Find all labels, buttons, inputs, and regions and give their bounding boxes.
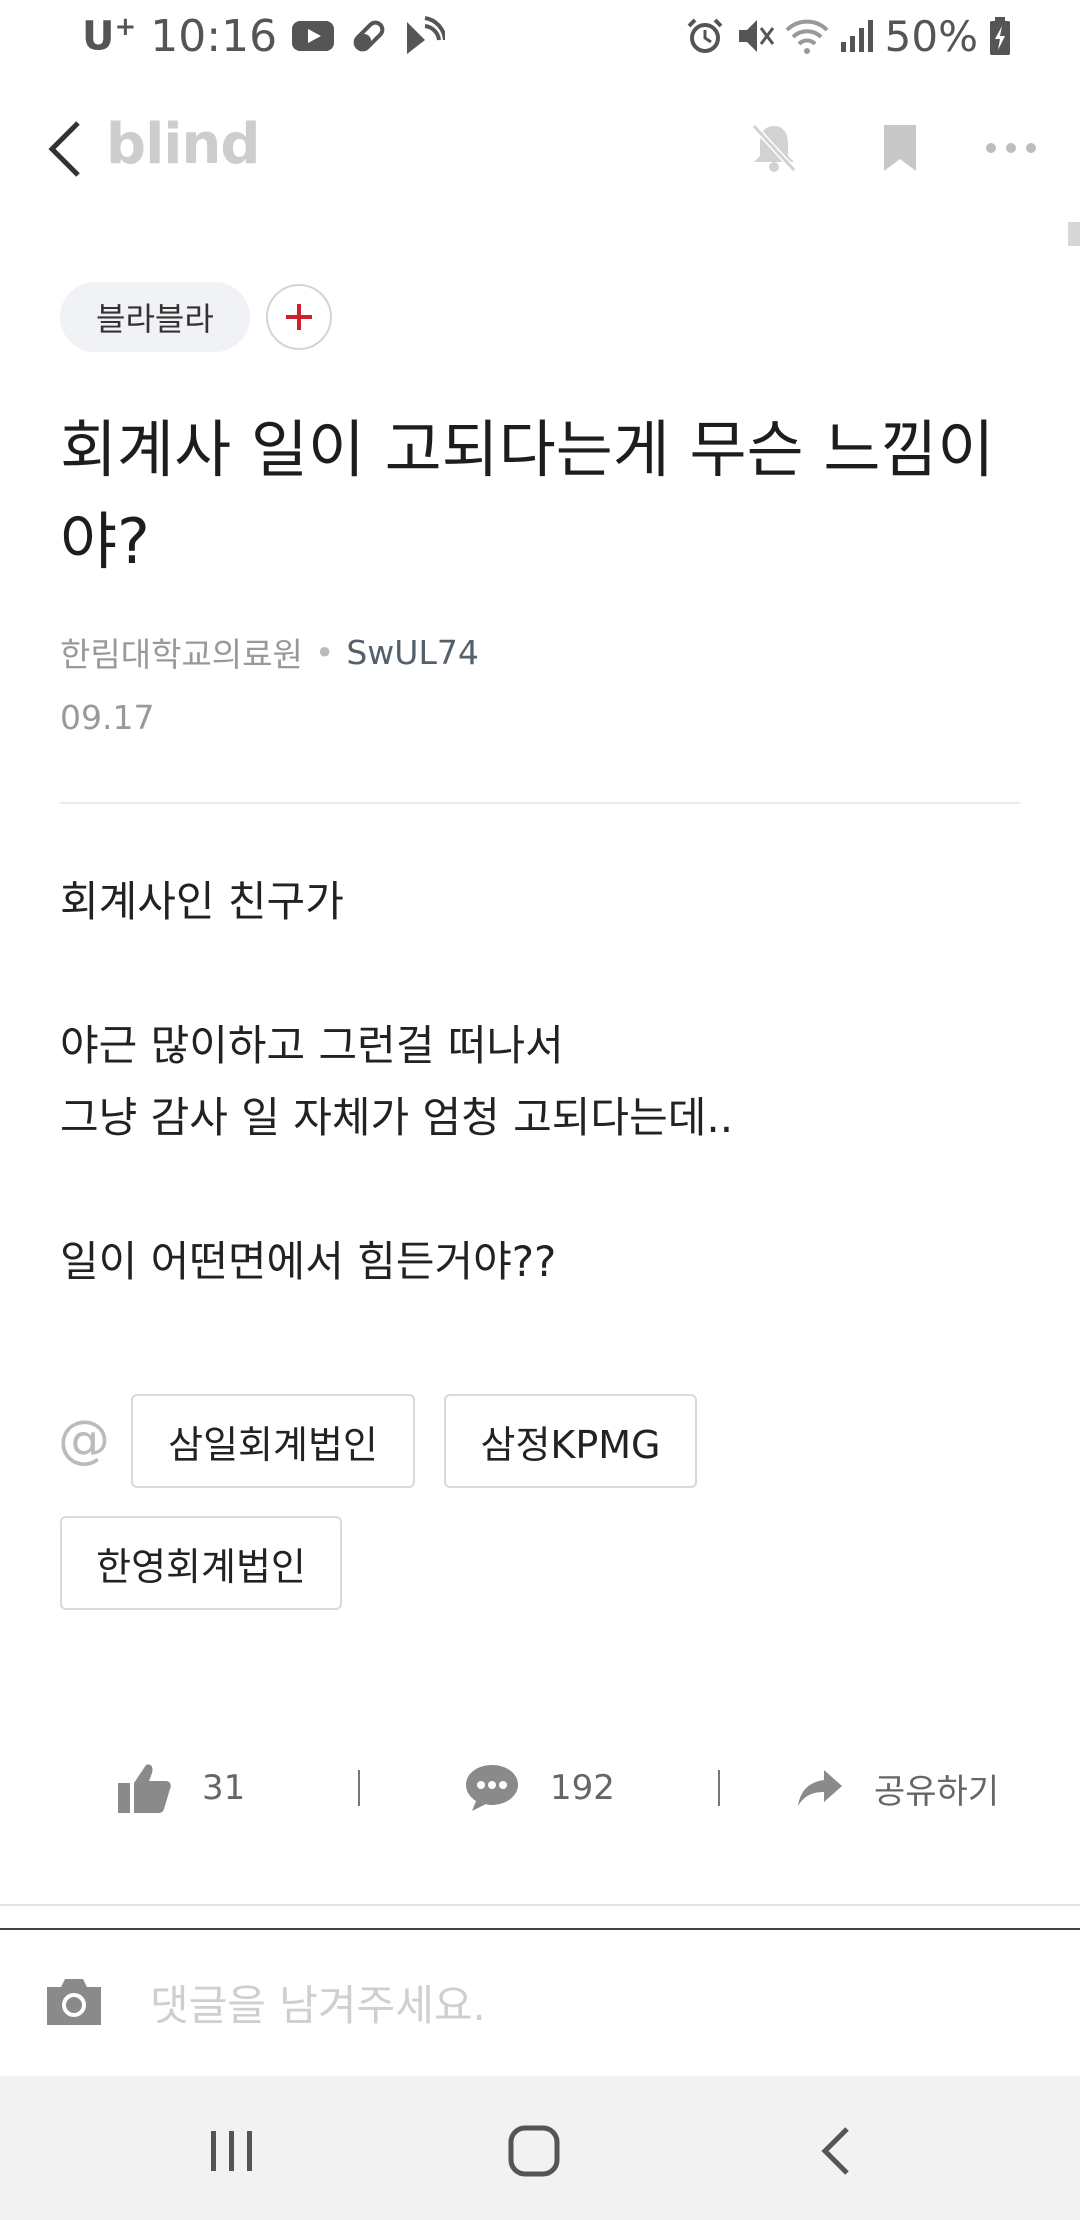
thumbs-up-icon	[118, 1764, 171, 1813]
post-date: 09.17	[60, 698, 155, 737]
body-line: 그냥 감사 일 자체가 엄청 고되다는데..	[60, 1093, 734, 1142]
board-chip[interactable]: 블라블라	[60, 282, 250, 352]
system-nav-bar	[0, 2076, 1080, 2220]
divider	[60, 802, 1020, 804]
chevron-left-icon	[821, 2127, 849, 2175]
more-icon	[986, 143, 1036, 153]
more-options-button[interactable]	[981, 118, 1041, 178]
bookmark-icon	[884, 125, 916, 171]
recent-apps-icon	[211, 2131, 252, 2171]
action-separator	[718, 1770, 720, 1806]
home-icon	[508, 2125, 560, 2177]
body-line: 야근 많이하고 그런걸 떠나서	[60, 1021, 564, 1070]
body-line: 일이 어떤면에서 힘든거야??	[60, 1237, 557, 1286]
brand-logo: blind	[106, 112, 260, 177]
status-time: 10:16	[150, 10, 278, 62]
attach-photo-button[interactable]	[42, 1970, 106, 2034]
like-count: 31	[202, 1768, 246, 1808]
follow-board-button[interactable]	[265, 284, 332, 350]
back-button[interactable]	[40, 114, 90, 184]
post-actions: 31 192 공유하기	[0, 1740, 1080, 1836]
share-icon	[798, 1770, 842, 1806]
signal-icon	[839, 18, 875, 54]
post-body: 회계사인 친구가 야근 많이하고 그런걸 떠나서 그냥 감사 일 자체가 엄청 …	[60, 866, 1020, 1298]
company-tag[interactable]: 한영회계법인	[60, 1516, 342, 1610]
like-button[interactable]: 31	[116, 1740, 245, 1836]
comment-input[interactable]	[150, 1970, 1030, 2040]
company-tag[interactable]: 삼정KPMG	[444, 1394, 697, 1488]
share-button[interactable]: 공유하기	[796, 1740, 999, 1836]
scroll-indicator[interactable]	[1068, 222, 1080, 246]
company-tag[interactable]: 삼일회계법인	[131, 1394, 415, 1488]
comment-icon	[466, 1765, 518, 1811]
body-line	[60, 938, 1020, 1010]
author-nickname: SwUL74	[346, 632, 479, 672]
comment-count: 192	[550, 1768, 615, 1808]
youtube-icon	[291, 19, 335, 53]
carrier-label: U+	[82, 12, 137, 60]
at-icon: @	[58, 1410, 110, 1470]
app-bar: blind	[0, 100, 1080, 196]
comment-bar	[0, 1930, 1080, 2076]
battery-icon	[988, 16, 1012, 56]
author-company[interactable]: 한림대학교의료원	[60, 628, 303, 676]
post-title: 회계사 일이 고되다는게 무슨 느낌이야?	[60, 413, 995, 578]
battery-percent: 50%	[884, 11, 978, 61]
recent-apps-button[interactable]	[192, 2118, 272, 2184]
action-separator	[358, 1770, 360, 1806]
status-bar: U+ 10:16 50%	[0, 0, 1080, 72]
bookmark-button[interactable]	[870, 118, 930, 178]
wifi-icon	[785, 16, 829, 56]
mute-icon	[735, 16, 775, 56]
camera-icon	[47, 1979, 101, 2025]
pill-icon	[349, 16, 389, 56]
back-icon	[48, 121, 80, 177]
comment-button[interactable]: 192	[464, 1740, 615, 1836]
post-meta: 한림대학교의료원 • SwUL74	[60, 628, 479, 676]
meta-separator: •	[314, 632, 335, 672]
divider	[0, 1904, 1080, 1906]
notification-off-icon	[751, 123, 797, 173]
board-row: 블라블라	[60, 282, 332, 352]
share-label: 공유하기	[874, 1771, 1000, 1812]
body-line	[60, 1154, 1020, 1226]
cast-icon	[403, 16, 446, 56]
notification-toggle-button[interactable]	[744, 118, 804, 178]
plus-icon	[285, 304, 312, 330]
alarm-icon	[685, 16, 725, 56]
system-back-button[interactable]	[796, 2118, 876, 2184]
body-line: 회계사인 친구가	[60, 877, 344, 926]
home-button[interactable]	[494, 2118, 574, 2184]
